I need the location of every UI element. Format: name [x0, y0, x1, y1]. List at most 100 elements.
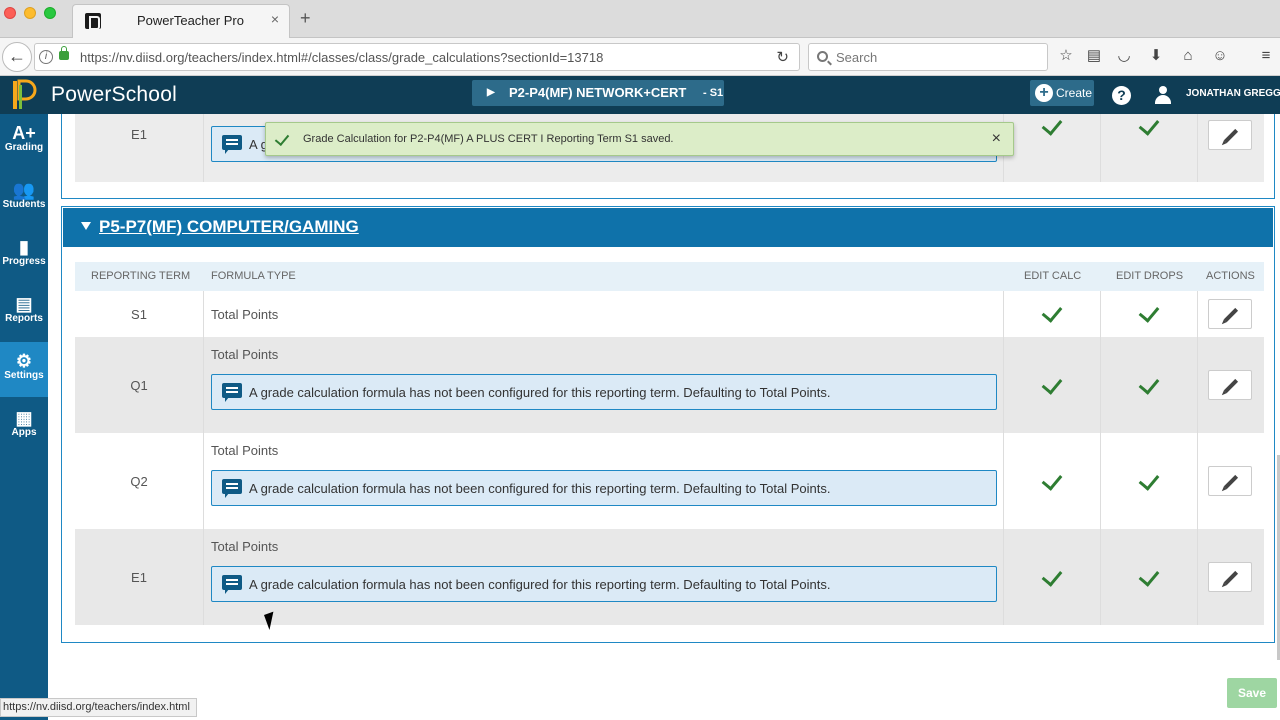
- actions-cell: [1197, 291, 1264, 337]
- table-row: Q1 Total Points A grade calculation form…: [75, 337, 1264, 433]
- checkmark-icon: [274, 130, 290, 147]
- menu-icon[interactable]: ≡: [1256, 46, 1276, 66]
- search-icon: [817, 51, 828, 62]
- formula-type-value: Total Points: [211, 539, 279, 554]
- formula-type-value: Total Points: [211, 347, 279, 362]
- pencil-icon: [1223, 570, 1239, 586]
- edit-calc-cell: [1003, 114, 1100, 182]
- reporting-term-cell: S1: [75, 291, 204, 337]
- section-panel: P5-P7(MF) COMPUTER/GAMING REPORTING TERM…: [61, 206, 1275, 643]
- address-bar[interactable]: i https://nv.diisd.org/teachers/index.ht…: [34, 43, 800, 71]
- create-button[interactable]: + Create: [1030, 80, 1094, 106]
- sidebar-item-students[interactable]: 👥 Students: [0, 171, 48, 226]
- reload-icon[interactable]: ↻: [776, 48, 789, 66]
- status-bar-url: https://nv.diisd.org/teachers/index.html: [0, 698, 197, 717]
- edit-button[interactable]: [1208, 562, 1252, 592]
- table-row: Q2 Total Points A grade calculation form…: [75, 433, 1264, 529]
- pocket-icon[interactable]: ◡: [1114, 46, 1134, 66]
- section-header[interactable]: P5-P7(MF) COMPUTER/GAMING: [63, 208, 1273, 247]
- section-term: - S1: [703, 87, 724, 99]
- sidebar-item-progress[interactable]: ▮ Progress: [0, 228, 48, 283]
- window-close-button[interactable]: [4, 7, 16, 19]
- user-name[interactable]: JONATHAN GREGG: [1186, 88, 1280, 99]
- edit-calc-cell: [1003, 291, 1100, 337]
- create-label: Create: [1056, 86, 1093, 100]
- section-selector-button[interactable]: ▶ P2-P4(MF) NETWORK+CERT - S1: [472, 80, 724, 106]
- column-header-term: REPORTING TERM: [91, 270, 191, 282]
- chat-bubble-icon: [222, 479, 242, 498]
- window-maximize-button[interactable]: [44, 7, 56, 19]
- save-button[interactable]: Save: [1227, 678, 1277, 708]
- edit-drops-cell: [1100, 529, 1197, 625]
- sidebar-item-label: Students: [2, 199, 46, 210]
- search-input[interactable]: Search: [808, 43, 1048, 71]
- column-header-edit-drops: EDIT DROPS: [1116, 270, 1184, 282]
- edit-drops-cell: [1100, 337, 1197, 433]
- help-icon[interactable]: ?: [1112, 86, 1131, 105]
- sidebar-item-reports[interactable]: ▤ Reports: [0, 285, 48, 340]
- pencil-icon: [1223, 128, 1239, 144]
- url-text[interactable]: https://nv.diisd.org/teachers/index.html…: [80, 50, 603, 65]
- section-title[interactable]: P5-P7(MF) COMPUTER/GAMING: [99, 217, 359, 237]
- powerschool-logo-icon[interactable]: [10, 79, 38, 111]
- reporting-term-value: E1: [131, 127, 147, 142]
- sidebar: A+ Grading 👥 Students ▮ Progress ▤ Repor…: [0, 114, 48, 720]
- site-info-icon[interactable]: i: [39, 50, 53, 64]
- pencil-icon: [1223, 307, 1239, 323]
- actions-cell: [1197, 337, 1264, 433]
- sidebar-item-grading[interactable]: A+ Grading: [0, 114, 48, 169]
- grading-icon: A+: [12, 123, 36, 143]
- edit-drops-cell: [1100, 433, 1197, 529]
- checkmark-icon: [1138, 565, 1160, 587]
- home-icon[interactable]: ⌂: [1178, 46, 1198, 66]
- brand-name[interactable]: PowerSchool: [51, 83, 177, 107]
- browser-tab-bar: PowerTeacher Pro × +: [0, 0, 1280, 38]
- play-icon: ▶: [487, 87, 495, 98]
- browser-tab[interactable]: PowerTeacher Pro ×: [72, 4, 290, 38]
- column-header-actions: ACTIONS: [1206, 270, 1255, 282]
- tab-close-icon[interactable]: ×: [271, 11, 279, 27]
- lock-icon: [59, 46, 69, 60]
- actions-cell: [1197, 114, 1264, 182]
- edit-drops-cell: [1100, 291, 1197, 337]
- toast-message: Grade Calculation for P2-P4(MF) A PLUS C…: [303, 133, 674, 145]
- sidebar-item-apps[interactable]: ▦ Apps: [0, 399, 48, 454]
- window-minimize-button[interactable]: [24, 7, 36, 19]
- column-header-edit-calc: EDIT CALC: [1024, 270, 1082, 282]
- reporting-term-cell: E1: [75, 114, 204, 182]
- sidebar-item-label: Reports: [5, 313, 43, 324]
- back-button[interactable]: ←: [2, 42, 32, 72]
- reports-icon: ▤: [15, 294, 33, 314]
- toast-close-icon[interactable]: ×: [992, 130, 1001, 148]
- sidebar-item-settings[interactable]: ⚙ Settings: [0, 342, 48, 397]
- reporting-term-value: S1: [131, 307, 147, 322]
- edit-button[interactable]: [1208, 299, 1252, 329]
- downloads-icon[interactable]: ⬇: [1146, 46, 1166, 66]
- table-row: E1 Total Points A grade calculation form…: [75, 529, 1264, 625]
- students-icon: 👥: [12, 180, 36, 200]
- edit-button[interactable]: [1208, 466, 1252, 496]
- checkmark-icon: [1041, 373, 1063, 395]
- powerschool-favicon-icon: [85, 13, 101, 30]
- apps-grid-icon: ▦: [15, 408, 33, 428]
- user-icon[interactable]: [1154, 86, 1172, 104]
- checkmark-icon: [1138, 114, 1160, 136]
- pencil-icon: [1223, 378, 1239, 394]
- new-tab-button[interactable]: +: [300, 8, 311, 28]
- reporting-term-cell: Q1: [75, 337, 204, 433]
- reader-view-icon[interactable]: ▤: [1084, 46, 1104, 66]
- formula-type-value: Total Points: [211, 307, 279, 322]
- checkmark-icon: [1041, 565, 1063, 587]
- chat-bubble-icon: [222, 575, 242, 594]
- edit-calc-cell: [1003, 337, 1100, 433]
- collapse-triangle-icon[interactable]: [81, 222, 91, 230]
- notice-text: A grade calculation formula has not been…: [249, 481, 831, 496]
- edit-button[interactable]: [1208, 370, 1252, 400]
- sidebar-item-label: Progress: [2, 256, 46, 267]
- profile-icon[interactable]: ☺: [1210, 46, 1230, 66]
- checkmark-icon: [1041, 469, 1063, 491]
- notice-box: A grade calculation formula has not been…: [211, 566, 997, 602]
- gear-icon: ⚙: [15, 351, 33, 371]
- bookmark-star-icon[interactable]: ☆: [1056, 46, 1076, 66]
- edit-button[interactable]: [1208, 120, 1252, 150]
